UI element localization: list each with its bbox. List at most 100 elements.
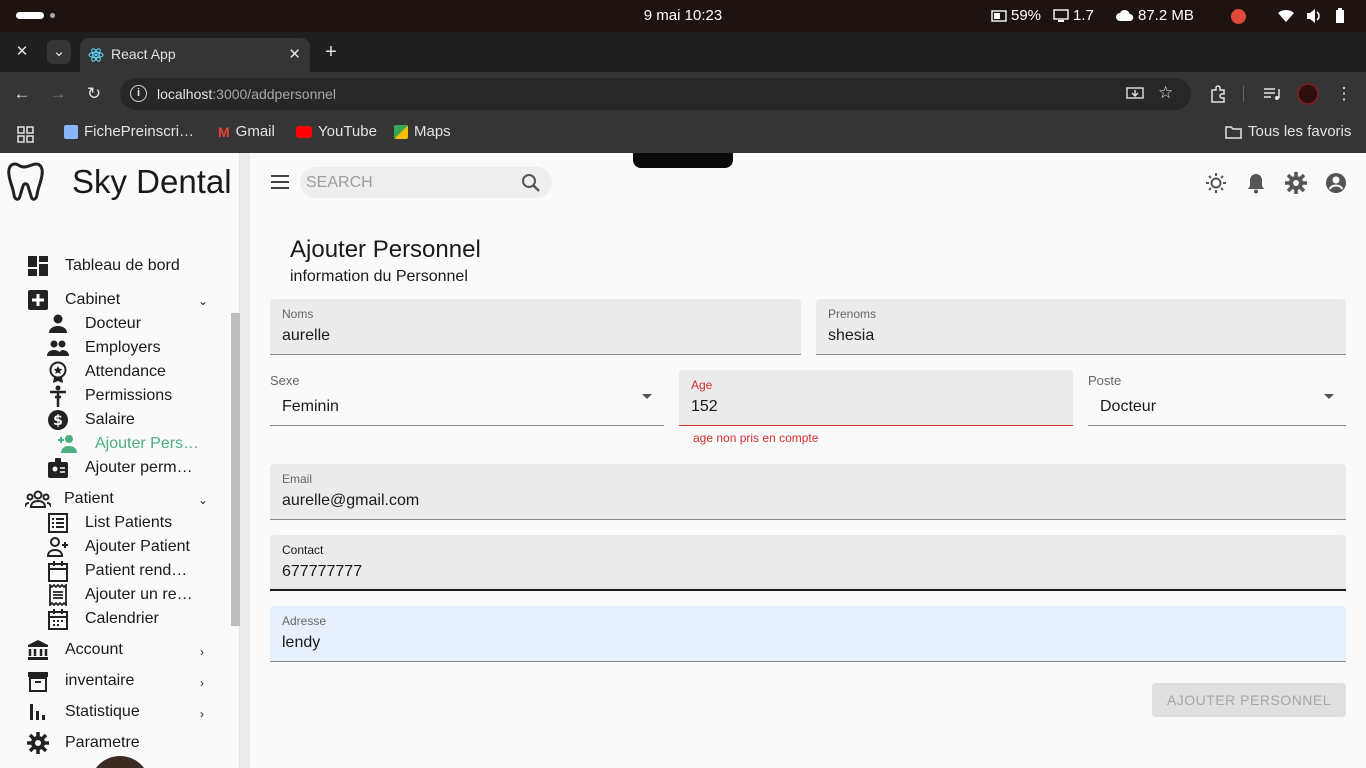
contact-value[interactable]: 677777777: [282, 563, 362, 581]
close-window-icon[interactable]: ✕: [10, 40, 34, 64]
sexe-value[interactable]: Feminin: [282, 398, 339, 416]
memory-status: 87.2 MB: [1116, 7, 1194, 24]
noms-field[interactable]: Noms aurelle: [270, 299, 801, 355]
new-tab-icon[interactable]: +: [319, 40, 343, 64]
url-text[interactable]: localhost:3000/addpersonnel: [157, 86, 336, 102]
adresse-value[interactable]: lendy: [282, 634, 320, 652]
sidebar-item-ajouter-rendezvous[interactable]: Ajouter un re…: [47, 584, 193, 606]
browser-tab-react-app[interactable]: React App ✕: [80, 38, 310, 72]
search-icon[interactable]: [521, 173, 541, 193]
statistique-expand-icon[interactable]: ›: [200, 707, 204, 721]
prenoms-field[interactable]: Prenoms shesia: [816, 299, 1346, 355]
account-expand-icon[interactable]: ›: [200, 645, 204, 659]
account-circle-icon[interactable]: [1325, 172, 1347, 194]
bookmark-gmail[interactable]: M Gmail: [218, 123, 275, 140]
bookmark-fiche[interactable]: FichePreinscri…: [64, 123, 194, 140]
sidebar-item-salaire[interactable]: $ Salaire: [47, 409, 135, 431]
sidebar-item-ajouter-permission[interactable]: Ajouter perm…: [47, 457, 193, 479]
sidebar-item-inventaire[interactable]: inventaire: [27, 670, 134, 692]
patient-expand-icon[interactable]: ⌄: [198, 493, 208, 507]
address-bar[interactable]: i localhost:3000/addpersonnel ☆: [120, 78, 1191, 110]
bookmark-youtube[interactable]: YouTube: [296, 123, 377, 140]
media-controls-icon[interactable]: [1263, 86, 1281, 102]
settings-icon[interactable]: [1285, 172, 1307, 194]
sidebar-scrollbar-thumb[interactable]: [231, 313, 240, 626]
poste-dropdown-icon[interactable]: [1324, 394, 1334, 399]
age-value[interactable]: 152: [691, 398, 718, 416]
svg-text:$: $: [53, 413, 63, 429]
cabinet-expand-icon[interactable]: ⌄: [198, 294, 208, 308]
dashboard-icon: [28, 256, 48, 276]
tab-search-icon[interactable]: ⌄: [47, 40, 71, 64]
sidebar-item-parametre[interactable]: Parametre: [27, 732, 140, 754]
sidebar-item-attendance[interactable]: Attendance: [47, 361, 166, 383]
search-input[interactable]: SEARCH: [300, 167, 552, 198]
adresse-field[interactable]: Adresse lendy: [270, 606, 1346, 662]
install-app-icon[interactable]: [1126, 86, 1144, 102]
maps-icon: [394, 124, 408, 139]
menu-icon[interactable]: [270, 174, 290, 190]
sexe-label: Sexe: [270, 373, 300, 388]
tab-title: React App: [111, 46, 176, 62]
sidebar-item-dashboard[interactable]: Tableau de bord: [27, 255, 180, 277]
noms-label: Noms: [282, 307, 314, 321]
contact-field[interactable]: Contact 677777777: [270, 535, 1346, 591]
ajouter-personnel-button[interactable]: AJOUTER PERSONNEL: [1152, 683, 1346, 717]
extensions-icon[interactable]: [1209, 85, 1227, 103]
sidebar-item-patient-rendezvous[interactable]: Patient rend…: [47, 560, 187, 582]
sidebar-item-account[interactable]: Account: [27, 639, 123, 661]
site-info-icon[interactable]: i: [130, 85, 147, 102]
bookmark-star-icon[interactable]: ☆: [1158, 83, 1173, 103]
groups-icon: [25, 490, 51, 508]
sidebar-item-ajouter-personnel[interactable]: Ajouter Pers…: [57, 433, 199, 455]
sidebar-item-permissions[interactable]: Permissions: [47, 385, 172, 407]
sidebar-scrollbar-track[interactable]: [240, 153, 250, 768]
notification-app-icon[interactable]: [1231, 9, 1246, 24]
sidebar-item-calendrier[interactable]: Calendrier: [47, 608, 159, 630]
wifi-icon[interactable]: [1277, 9, 1295, 23]
sexe-select[interactable]: Sexe Feminin: [270, 370, 664, 426]
cloud-download-icon: [1116, 9, 1134, 21]
age-error-text: age non pris en compte: [693, 431, 819, 445]
all-bookmarks[interactable]: Tous les favoris: [1225, 123, 1351, 140]
apps-grid-icon[interactable]: [17, 126, 34, 143]
inventaire-expand-icon[interactable]: ›: [200, 676, 204, 690]
age-field[interactable]: Age 152: [679, 370, 1073, 426]
prenoms-value[interactable]: shesia: [828, 327, 874, 345]
brand-logo[interactable]: Sky Dental: [6, 160, 232, 204]
receipt-icon: [49, 584, 67, 606]
os-status-bar: 9 mai 10:23 59% 1.7 87.2 MB: [0, 0, 1366, 32]
group-icon: [47, 340, 69, 356]
email-label: Email: [282, 472, 313, 486]
battery-status: 59%: [991, 7, 1041, 24]
volume-icon[interactable]: [1305, 8, 1323, 24]
badge-star-icon: [49, 361, 67, 383]
email-value[interactable]: aurelle@gmail.com: [282, 492, 419, 510]
page-title: Ajouter Personnel: [290, 236, 481, 263]
email-field[interactable]: Email aurelle@gmail.com: [270, 464, 1346, 520]
back-icon[interactable]: ←: [11, 83, 33, 105]
sidebar-item-list-patients[interactable]: List Patients: [47, 512, 172, 534]
notifications-icon[interactable]: [1245, 172, 1267, 194]
sidebar-item-statistique[interactable]: Statistique: [27, 701, 140, 723]
reload-icon[interactable]: ↻: [83, 83, 105, 105]
bookmarks-bar: FichePreinscri… M Gmail YouTube Maps Tou…: [0, 116, 1366, 153]
close-tab-icon[interactable]: ✕: [288, 45, 301, 63]
light-mode-icon[interactable]: [1205, 172, 1227, 194]
sidebar-item-docteur[interactable]: Docteur: [47, 313, 141, 335]
battery-icon: [991, 9, 1007, 22]
medical-plus-icon: [28, 290, 48, 310]
forward-icon[interactable]: →: [47, 83, 69, 105]
sidebar-item-ajouter-patient[interactable]: Ajouter Patient: [47, 536, 190, 558]
sexe-dropdown-icon[interactable]: [642, 394, 652, 399]
poste-value[interactable]: Docteur: [1100, 398, 1156, 416]
profile-avatar[interactable]: [1297, 83, 1319, 105]
noms-value[interactable]: aurelle: [282, 327, 330, 345]
poste-select[interactable]: Poste Docteur: [1088, 370, 1346, 426]
sidebar-item-patient[interactable]: Patient: [25, 488, 114, 510]
bookmark-maps[interactable]: Maps: [394, 123, 451, 140]
sidebar-item-employers[interactable]: Employers: [47, 337, 161, 359]
browser-menu-icon[interactable]: ⋮: [1333, 83, 1355, 105]
sidebar-item-cabinet[interactable]: Cabinet: [27, 289, 120, 311]
battery-vertical-icon[interactable]: [1335, 8, 1345, 24]
